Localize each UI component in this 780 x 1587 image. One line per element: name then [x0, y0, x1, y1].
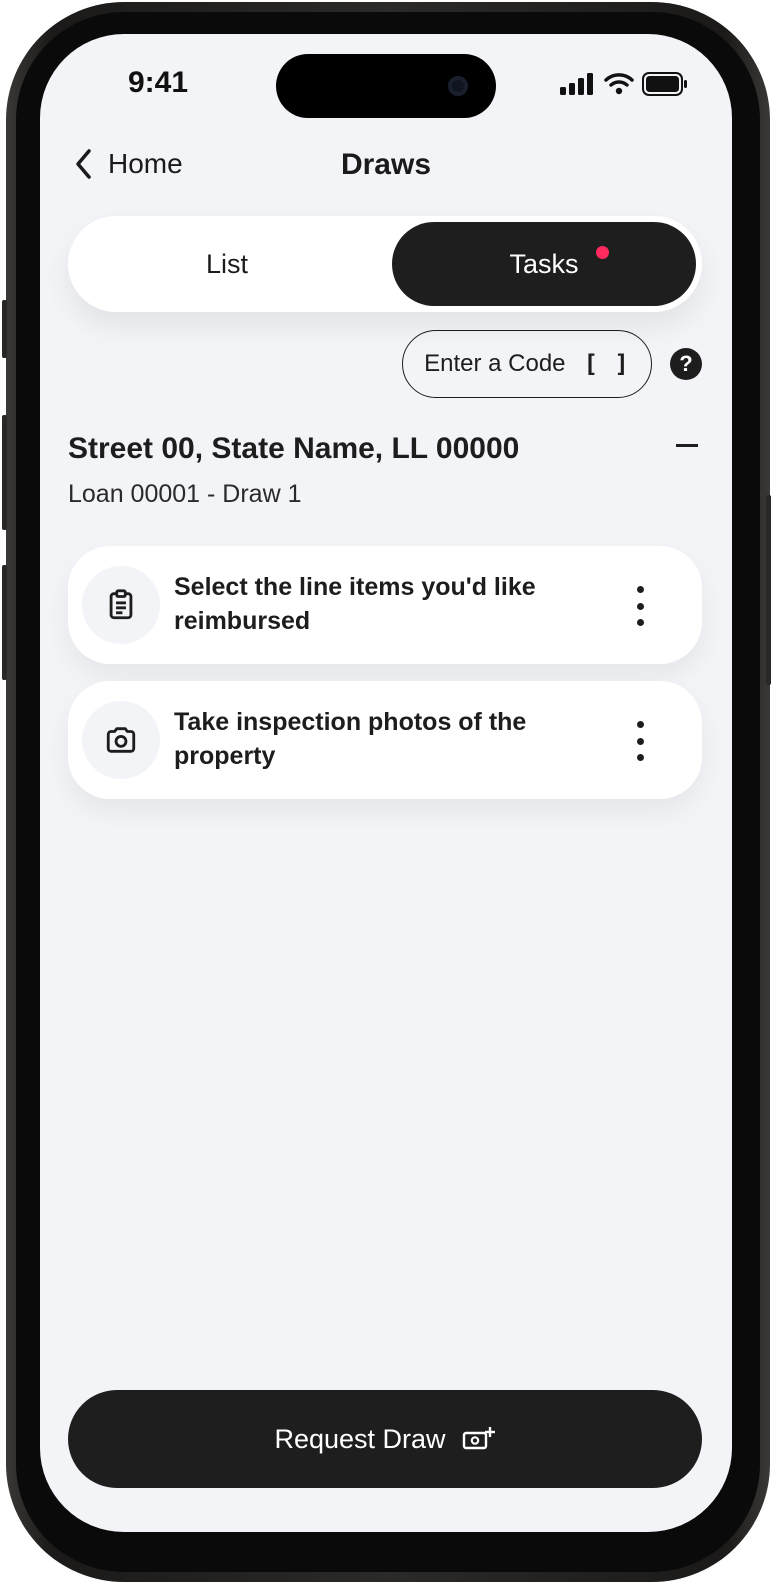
more-options-icon[interactable] [624, 721, 656, 761]
task-icon-container [82, 701, 160, 779]
collapse-minus-icon[interactable] [676, 444, 698, 447]
view-segmented-control: List Tasks [68, 216, 702, 312]
tab-tasks[interactable]: Tasks [392, 222, 696, 306]
volume-up-button [2, 415, 7, 530]
nav-bar: Home Draws [40, 134, 732, 204]
front-camera [448, 76, 468, 96]
camera-icon [106, 727, 136, 753]
cellular-signal-icon [560, 73, 593, 95]
clipboard-icon [109, 589, 133, 620]
task-card-inspection-photos[interactable]: Take inspection photos of the property [68, 681, 702, 799]
page-title: Draws [340, 148, 432, 181]
request-draw-button[interactable]: Request Draw [68, 1390, 702, 1488]
volume-down-button [2, 565, 7, 680]
power-button [766, 495, 771, 685]
property-address: Street 00, State Name, LL 00000 [68, 432, 520, 465]
task-text: Take inspection photos of the property [174, 708, 527, 770]
notification-dot [596, 246, 609, 259]
help-icon[interactable]: ? [670, 348, 702, 380]
task-icon-container [82, 566, 160, 644]
battery-icon [642, 72, 687, 96]
task-card-line-items[interactable]: Select the line items you'd like reimbur… [68, 546, 702, 664]
request-draw-label: Request Draw [274, 1423, 446, 1454]
app-screen: 9:41 Home Draws List Tasks Enter a Code … [40, 34, 732, 1532]
task-text: Select the line items you'd like reimbur… [174, 573, 536, 635]
enter-code-button[interactable]: Enter a Code [ ] [402, 330, 652, 398]
action-button [2, 300, 7, 358]
wifi-icon [604, 73, 634, 95]
enter-code-label: Enter a Code [424, 350, 566, 377]
tab-list[interactable]: List [68, 216, 386, 312]
status-bar: 9:41 [40, 34, 732, 124]
scan-code-icon: [ ] [583, 350, 630, 378]
dynamic-island [276, 54, 496, 118]
status-time: 9:41 [128, 66, 189, 99]
status-icons [560, 72, 688, 96]
loan-draw-label: Loan 00001 - Draw 1 [68, 480, 302, 508]
money-add-icon [462, 1427, 495, 1450]
tab-tasks-label: Tasks [509, 248, 579, 279]
more-options-icon[interactable] [624, 586, 656, 626]
